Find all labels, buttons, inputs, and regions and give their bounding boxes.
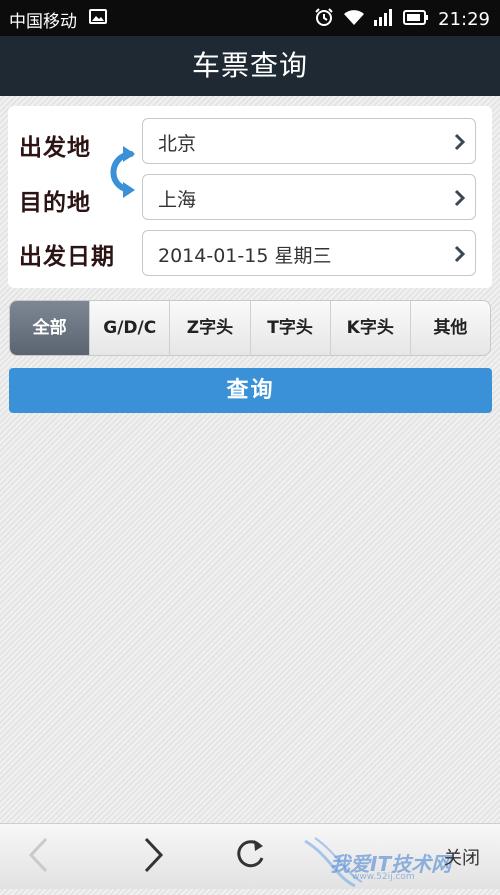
chevron-right-icon: [454, 245, 466, 267]
train-type-other[interactable]: 其他: [409, 301, 490, 355]
date-value: 2014-01-15 星期三: [158, 245, 332, 267]
to-label: 目的地: [19, 190, 91, 216]
image-icon: [89, 9, 107, 24]
refresh-icon[interactable]: [232, 836, 268, 878]
battery-icon: [403, 9, 429, 30]
train-type-k[interactable]: K字头: [329, 301, 410, 355]
forward-arrow-icon[interactable]: [142, 836, 166, 878]
page-header: 车票查询: [0, 36, 500, 96]
search-form: 出发地 目的地 出发日期 北京 上海 2014-01-15 星期三: [8, 106, 492, 288]
from-station-value: 北京: [158, 133, 197, 155]
carrier-name: 中国移动: [9, 12, 77, 32]
status-bar: 中国移动 21:29: [0, 0, 500, 36]
train-type-t[interactable]: T字头: [249, 301, 330, 355]
close-button[interactable]: 关闭: [444, 844, 480, 870]
browser-toolbar: 我爱IT技术网 www.52ij.com 关闭: [0, 823, 500, 889]
train-type-selector: 全部 G/D/C Z字头 T字头 K字头 其他: [9, 300, 491, 356]
watermark-url: www.52ij.com: [352, 872, 415, 882]
chevron-right-icon: [454, 189, 466, 211]
page-title: 车票查询: [191, 49, 308, 82]
query-button[interactable]: 查询: [9, 368, 492, 413]
alarm-icon: [314, 7, 334, 32]
swap-stations-icon[interactable]: [103, 146, 137, 206]
date-label: 出发日期: [19, 244, 115, 270]
back-arrow-icon[interactable]: [26, 836, 50, 878]
wifi-icon: [343, 8, 365, 31]
train-type-z[interactable]: Z字头: [169, 301, 249, 355]
from-station-field[interactable]: 北京: [142, 118, 476, 164]
chevron-right-icon: [454, 133, 466, 155]
train-type-gdc[interactable]: G/D/C: [89, 301, 169, 355]
status-clock: 21:29: [438, 9, 490, 30]
train-type-all[interactable]: 全部: [10, 301, 90, 355]
to-station-field[interactable]: 上海: [142, 174, 476, 220]
date-field[interactable]: 2014-01-15 星期三: [142, 230, 476, 276]
from-label: 出发地: [19, 135, 91, 161]
signal-icon: [374, 8, 394, 31]
to-station-value: 上海: [158, 189, 197, 211]
